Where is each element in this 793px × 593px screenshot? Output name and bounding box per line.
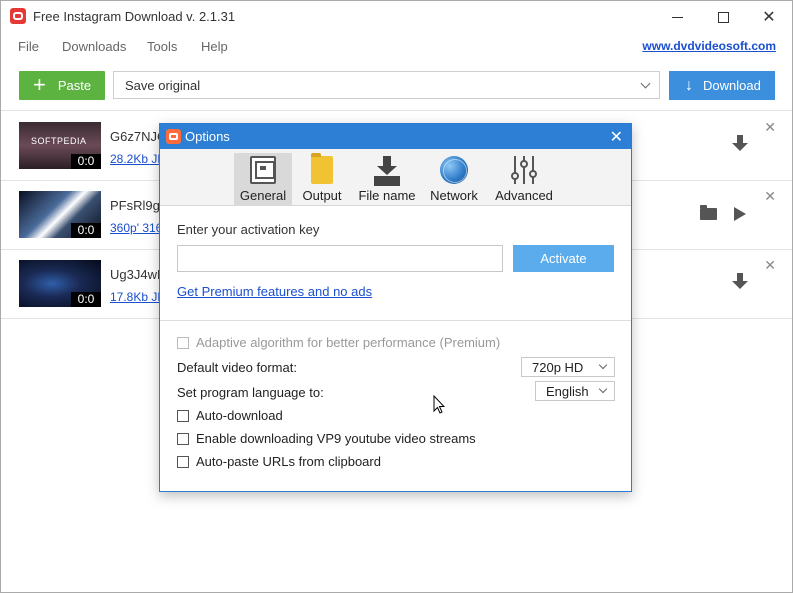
item-info-link[interactable]: 28.2Kb JP <box>110 152 165 166</box>
globe-icon <box>440 156 468 184</box>
download-item-icon[interactable] <box>732 135 748 153</box>
language-select[interactable]: English <box>535 381 615 401</box>
chevron-down-icon <box>640 78 651 89</box>
tab-label: General <box>239 188 287 203</box>
menu-downloads[interactable]: Downloads <box>62 39 126 54</box>
paste-label: Paste <box>57 78 92 93</box>
video-format-value: 720p HD <box>532 359 584 375</box>
item-info-link[interactable]: 17.8Kb JP <box>110 290 165 304</box>
arrow-down-icon: ↓ <box>685 76 693 94</box>
minimize-button[interactable] <box>654 1 700 33</box>
minimize-icon <box>671 16 683 18</box>
app-title: Free Instagram Download v. 2.1.31 <box>33 9 236 24</box>
language-value: English <box>546 383 589 399</box>
auto-paste-label: Auto-paste URLs from clipboard <box>196 454 381 469</box>
activate-button[interactable]: Activate <box>513 245 614 272</box>
chevron-down-icon <box>598 360 608 370</box>
video-thumbnail: 0:0 <box>19 260 101 307</box>
save-download-icon <box>374 156 400 186</box>
video-format-label: Default video format: <box>177 360 297 375</box>
maximize-button[interactable] <box>700 1 746 33</box>
folder-icon[interactable] <box>700 205 717 220</box>
app-logo-icon <box>10 8 26 24</box>
video-thumbnail: 0:0 <box>19 191 101 238</box>
tab-label: Output <box>302 188 342 203</box>
close-icon: ✕ <box>762 9 776 26</box>
dialog-title-bar[interactable]: Options ✕ <box>160 124 631 149</box>
remove-item-icon[interactable]: ✕ <box>764 188 776 205</box>
quality-select[interactable]: Save original <box>113 71 660 99</box>
language-label: Set program language to: <box>177 385 324 400</box>
app-logo-icon <box>166 129 181 144</box>
options-dialog: Options ✕ General Output File name Netwo… <box>159 123 632 492</box>
thumbnail-watermark: SOFTPEDIA <box>31 136 87 146</box>
dialog-title: Options <box>185 129 230 144</box>
paste-button[interactable]: + Paste <box>19 71 105 100</box>
auto-download-checkbox[interactable] <box>177 410 189 422</box>
remove-item-icon[interactable]: ✕ <box>764 257 776 274</box>
play-icon[interactable] <box>734 207 746 221</box>
premium-link[interactable]: Get Premium features and no ads <box>177 284 372 299</box>
general-settings-icon <box>250 156 276 184</box>
item-name: G6z7NJC <box>110 129 167 144</box>
toolbar: + Paste Save original ↓ Download <box>1 61 792 111</box>
activation-key-input[interactable] <box>177 245 503 272</box>
website-link[interactable]: www.dvdvideosoft.com <box>642 39 776 53</box>
sliders-icon <box>510 156 538 184</box>
options-tabs: General Output File name Network Advance… <box>160 149 631 206</box>
title-bar[interactable]: Free Instagram Download v. 2.1.31 ✕ <box>1 1 792 33</box>
remove-item-icon[interactable]: ✕ <box>764 119 776 136</box>
app-window: Free Instagram Download v. 2.1.31 ✕ File… <box>0 0 793 593</box>
item-name: Ug3J4wR <box>110 267 167 282</box>
menu-help[interactable]: Help <box>201 39 228 54</box>
vp9-streams-checkbox[interactable] <box>177 433 189 445</box>
activation-key-label: Enter your activation key <box>177 222 320 237</box>
chevron-down-icon <box>598 384 608 394</box>
video-duration: 0:0 <box>71 154 101 169</box>
tab-label: Network <box>430 188 478 203</box>
item-info-link[interactable]: 360p' 316 <box>110 221 162 235</box>
item-name: PFsRl9gx <box>110 198 167 213</box>
menu-bar: File Downloads Tools Help www.dvdvideoso… <box>1 33 792 59</box>
auto-paste-checkbox[interactable] <box>177 456 189 468</box>
close-window-button[interactable]: ✕ <box>746 1 792 33</box>
adaptive-algorithm-label: Adaptive algorithm for better performanc… <box>196 335 501 350</box>
menu-tools[interactable]: Tools <box>147 39 177 54</box>
video-format-select[interactable]: 720p HD <box>521 357 615 377</box>
quality-select-value: Save original <box>125 77 201 93</box>
menu-file[interactable]: File <box>18 39 39 54</box>
divider <box>160 320 631 321</box>
download-button[interactable]: ↓ Download <box>669 71 775 100</box>
tab-advanced[interactable]: Advanced <box>492 153 556 206</box>
download-label: Download <box>703 78 761 93</box>
adaptive-algorithm-checkbox[interactable] <box>177 337 189 349</box>
video-thumbnail: SOFTPEDIA 0:0 <box>19 122 101 169</box>
dialog-close-button[interactable]: ✕ <box>610 127 623 147</box>
tab-file-name[interactable]: File name <box>356 153 418 206</box>
video-duration: 0:0 <box>71 292 101 307</box>
auto-download-label: Auto-download <box>196 408 283 423</box>
folder-icon <box>311 153 333 184</box>
video-duration: 0:0 <box>71 223 101 238</box>
tab-output[interactable]: Output <box>296 153 348 206</box>
tab-general[interactable]: General <box>234 153 292 206</box>
plus-icon: + <box>33 71 46 97</box>
download-item-icon[interactable] <box>732 273 748 291</box>
vp9-streams-label: Enable downloading VP9 youtube video str… <box>196 431 476 446</box>
tab-network[interactable]: Network <box>426 153 482 206</box>
tab-label: File name <box>358 188 416 203</box>
tab-label: Advanced <box>495 188 553 203</box>
maximize-icon <box>717 11 729 23</box>
